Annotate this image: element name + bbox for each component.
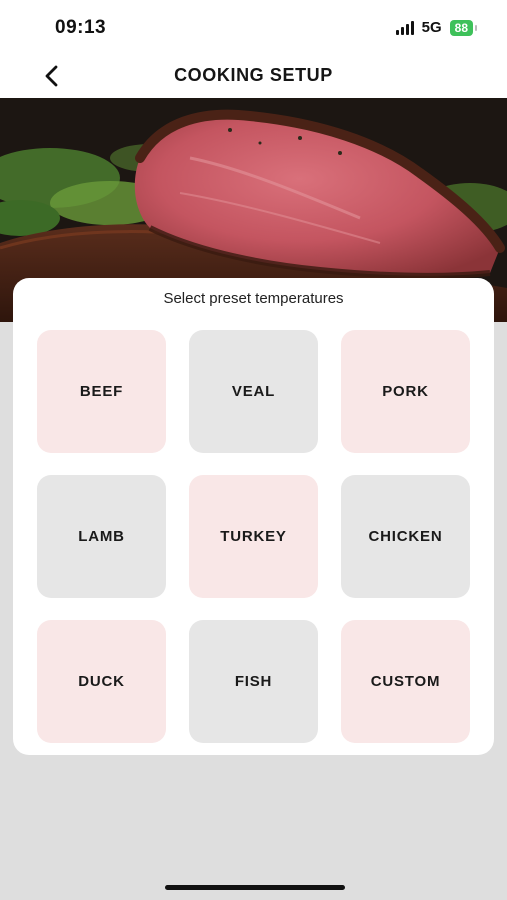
preset-veal-button[interactable]: VEAL [189,330,318,453]
preset-duck-button[interactable]: DUCK [37,620,166,743]
network-type: 5G [421,19,442,36]
preset-turkey-button[interactable]: TURKEY [189,475,318,598]
battery-icon: 88 [449,19,478,36]
preset-chicken-button[interactable]: CHICKEN [341,475,470,598]
preset-fish-button[interactable]: FISH [189,620,318,743]
status-time: 09:13 [55,17,107,38]
status-bar: 09:13 5G 88 [0,0,507,56]
preset-pork-button[interactable]: PORK [341,330,470,453]
card-title: Select preset temperatures [163,290,344,307]
page-title: COOKING SETUP [174,65,333,85]
preset-lamb-button[interactable]: LAMB [37,475,166,598]
preset-custom-button[interactable]: CUSTOM [341,620,470,743]
preset-grid: BEEF VEAL PORK LAMB TURKEY CHICKEN DUCK … [37,330,470,743]
preset-beef-button[interactable]: BEEF [37,330,166,453]
status-indicators: 5G 88 [395,19,478,36]
preset-card: Select preset temperatures BEEF VEAL POR… [13,278,494,755]
signal-icon [395,20,414,35]
home-indicator[interactable] [165,885,345,890]
nav-bar: COOKING SETUP [0,56,507,98]
